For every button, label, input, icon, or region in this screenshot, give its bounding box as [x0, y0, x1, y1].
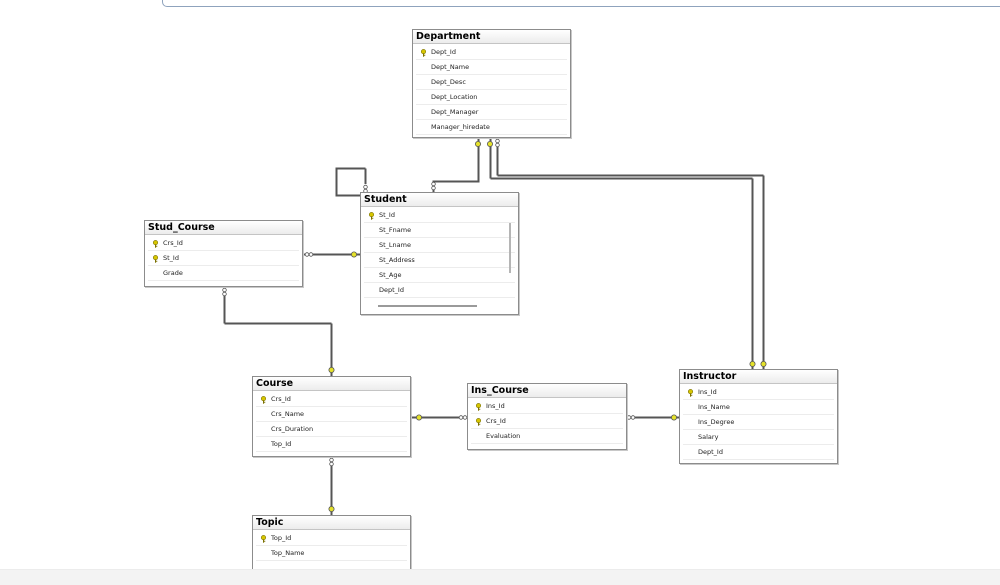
column-row[interactable]: St_Id — [364, 208, 515, 223]
table-title: Department — [413, 30, 570, 44]
rel-key-end — [474, 140, 481, 147]
column-name: Dept_Manager — [431, 108, 479, 116]
column-name: Evaluation — [486, 432, 521, 440]
table-course[interactable]: Course Crs_Id Crs_Name Crs_Duration Top_Id — [252, 376, 411, 457]
column-row[interactable]: Top_Id — [256, 531, 407, 546]
column-row[interactable]: Crs_Id — [256, 392, 407, 407]
column-row[interactable]: Dept_Id — [416, 45, 567, 60]
rel-many-end — [495, 138, 500, 144]
column-row[interactable]: St_super — [364, 298, 515, 302]
column-name: St_Lname — [379, 241, 411, 249]
primary-key-icon — [260, 395, 267, 404]
horizontal-scrollbar[interactable] — [378, 305, 477, 307]
column-name: Crs_Duration — [271, 425, 314, 433]
column-row[interactable]: Ins_Id — [471, 399, 623, 414]
column-name: Dept_Desc — [431, 78, 466, 86]
column-row[interactable]: Salary — [683, 430, 834, 445]
column-name: Dept_Id — [698, 448, 723, 456]
column-name: Dept_Id — [379, 286, 404, 294]
table-title: Instructor — [680, 370, 837, 384]
rel-department-instructor — [489, 138, 753, 370]
table-instructor[interactable]: Instructor Ins_Id Ins_Name Ins_Degree Salar… — [679, 369, 838, 464]
column-row[interactable]: Manager_hiredate — [416, 120, 567, 135]
primary-key-icon — [152, 254, 159, 263]
column-row[interactable]: St_Address — [364, 253, 515, 268]
column-name: Crs_Id — [271, 395, 291, 403]
primary-key-icon — [687, 388, 694, 397]
column-name: Crs_Id — [486, 417, 506, 425]
column-name: Top_Id — [271, 534, 292, 542]
primary-key-icon — [475, 417, 482, 426]
table-stud-course[interactable]: Stud_Course Crs_Id St_Id Grade — [144, 220, 303, 287]
column-list: Dept_Id Dept_Name Dept_Desc Dept_Location De… — [416, 45, 567, 135]
column-row[interactable]: Crs_Id — [148, 236, 299, 251]
column-row[interactable]: Ins_Degree — [683, 415, 834, 430]
primary-key-icon — [152, 239, 159, 248]
primary-key-icon — [475, 402, 482, 411]
table-title: Stud_Course — [145, 221, 302, 235]
column-row[interactable]: Dept_Desc — [416, 75, 567, 90]
column-name: St_Id — [379, 211, 395, 219]
status-bar — [0, 569, 1000, 585]
table-topic[interactable]: Topic Top_Id Top_Name — [252, 515, 411, 570]
column-row[interactable]: Dept_Id — [364, 283, 515, 298]
table-title: Ins_Course — [468, 384, 626, 398]
column-row[interactable]: St_Age — [364, 268, 515, 283]
table-ins-course[interactable]: Ins_Course Ins_Id Crs_Id Evaluation — [467, 383, 627, 450]
column-row[interactable]: Crs_Name — [256, 407, 407, 422]
column-list: Ins_Id Ins_Name Ins_Degree Salary Dept_Id — [683, 385, 834, 460]
column-row[interactable]: Top_Name — [256, 546, 407, 561]
column-name: Salary — [698, 433, 719, 441]
column-name: St_super — [379, 298, 407, 302]
column-name: Ins_Name — [698, 403, 730, 411]
column-name: Crs_Name — [271, 410, 305, 418]
column-name: Crs_Id — [163, 239, 183, 247]
column-list: Ins_Id Crs_Id Evaluation — [471, 399, 623, 446]
vertical-scrollbar[interactable] — [509, 223, 511, 273]
column-list: Crs_Id Crs_Name Crs_Duration Top_Id — [256, 392, 407, 453]
column-name: Ins_Id — [486, 402, 505, 410]
rel-studcourse-course — [223, 287, 332, 376]
column-list: St_Id St_Fname St_Lname St_Address St_Age Dep… — [364, 208, 515, 302]
column-name: Dept_Location — [431, 93, 478, 101]
table-title: Student — [361, 193, 518, 207]
column-row[interactable]: Ins_Id — [683, 385, 834, 400]
column-row[interactable]: St_Id — [148, 251, 299, 266]
column-row[interactable]: St_Lname — [364, 238, 515, 253]
column-name: St_Fname — [379, 226, 412, 234]
column-row[interactable]: Top_Id — [256, 437, 407, 452]
table-student[interactable]: Student St_Id St_Fname St_Lname St_Address S… — [360, 192, 519, 315]
column-name: Manager_hiredate — [431, 123, 490, 131]
column-row[interactable]: Ins_Name — [683, 400, 834, 415]
column-row[interactable]: Crs_Duration — [256, 422, 407, 437]
column-name: Dept_Id — [431, 48, 456, 56]
column-row[interactable]: Dept_Location — [416, 90, 567, 105]
column-name: Top_Id — [271, 440, 292, 448]
column-name: Ins_Id — [698, 388, 717, 396]
column-name: St_Age — [379, 271, 402, 279]
column-list: Crs_Id St_Id Grade — [148, 236, 299, 283]
column-row[interactable]: Dept_Manager — [416, 105, 567, 120]
column-row[interactable]: Grade — [148, 266, 299, 281]
table-title: Topic — [253, 516, 410, 530]
column-list: Top_Id Top_Name — [256, 531, 407, 566]
rel-department-student — [432, 138, 479, 193]
column-row[interactable]: Dept_Id — [683, 445, 834, 460]
primary-key-icon — [420, 48, 427, 57]
column-name: St_Id — [163, 254, 179, 262]
table-title: Course — [253, 377, 410, 391]
table-department[interactable]: Department Dept_Id Dept_Name Dept_Desc Dept… — [412, 29, 571, 138]
column-name: Top_Name — [271, 549, 305, 557]
column-name: Ins_Degree — [698, 418, 735, 426]
column-row[interactable]: Dept_Name — [416, 60, 567, 75]
column-name: Dept_Name — [431, 63, 470, 71]
column-row[interactable]: Evaluation — [471, 429, 623, 444]
primary-key-icon — [260, 534, 267, 543]
primary-key-icon — [368, 211, 375, 220]
column-row[interactable]: Crs_Id — [471, 414, 623, 429]
column-row[interactable]: St_Fname — [364, 223, 515, 238]
column-name: St_Address — [379, 256, 415, 264]
column-name: Grade — [163, 269, 183, 277]
